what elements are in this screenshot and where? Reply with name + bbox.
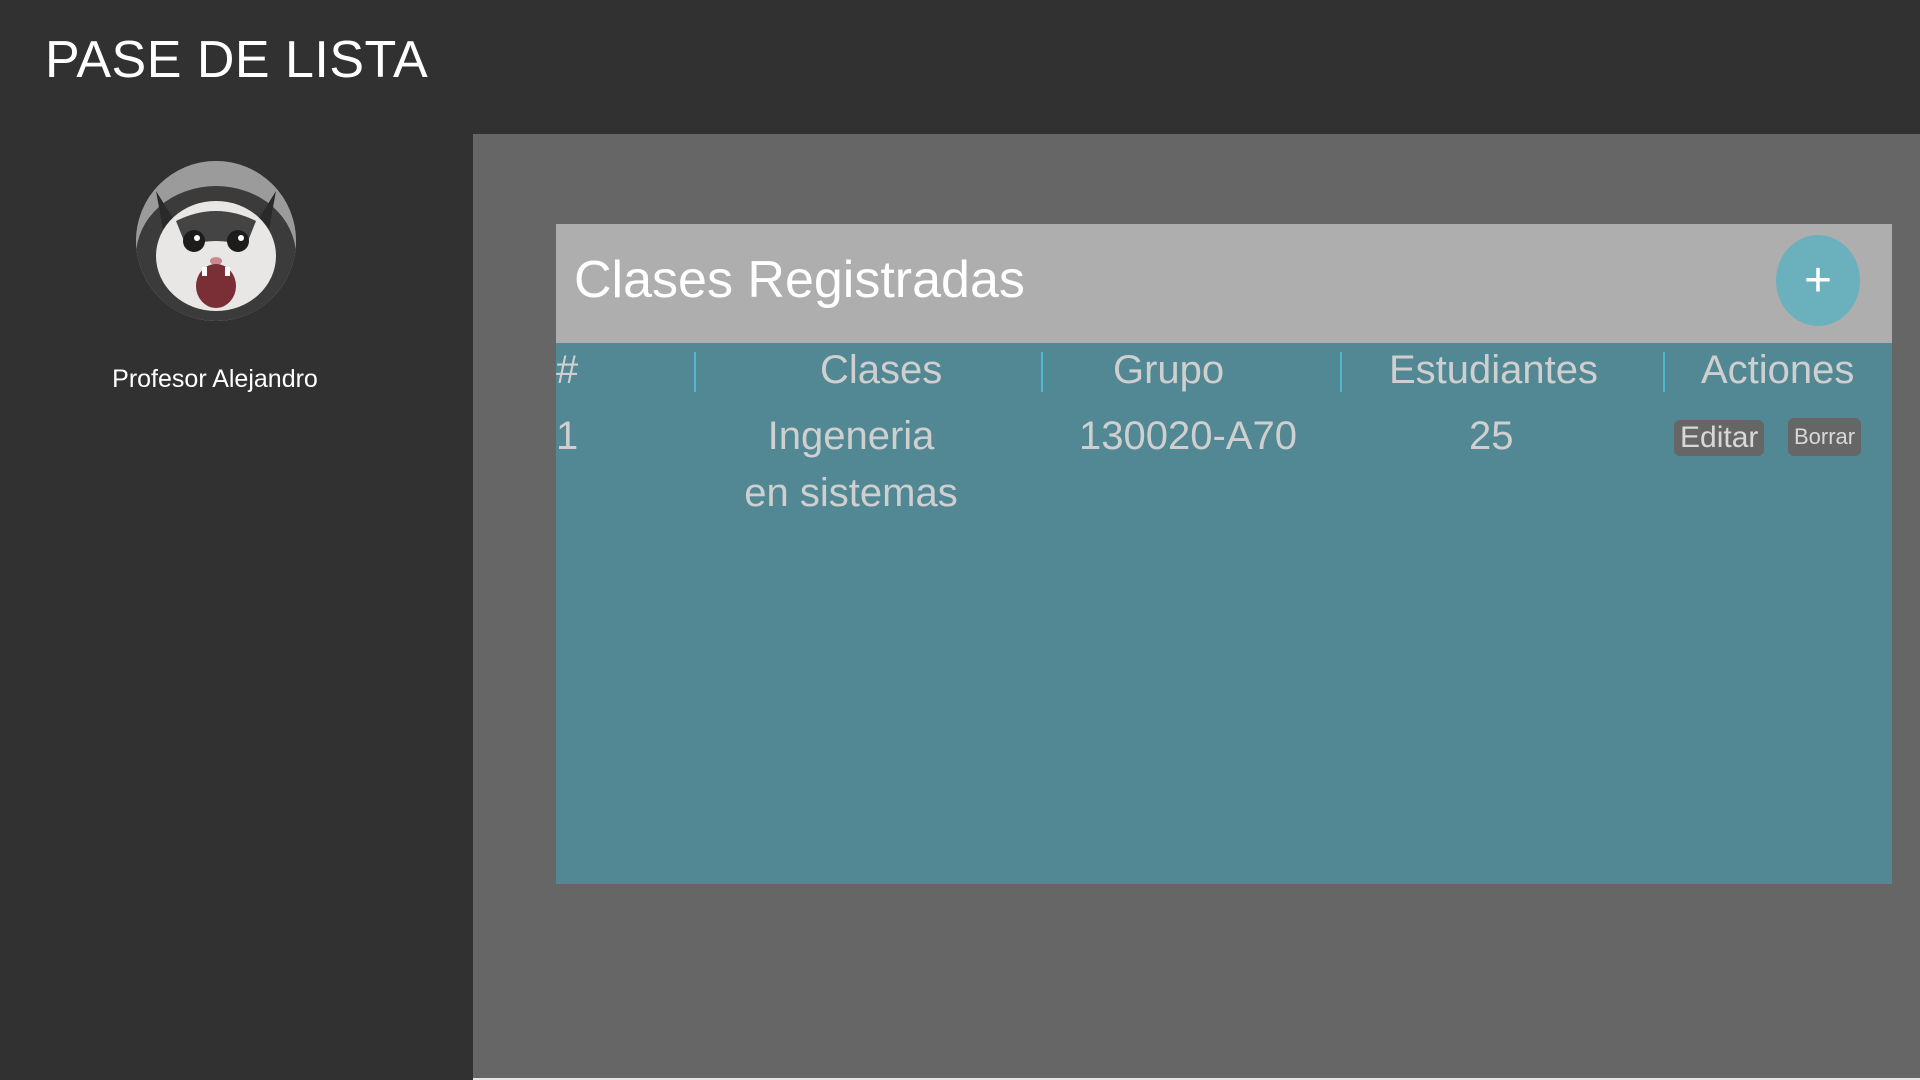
card-title: Clases Registradas	[574, 251, 1025, 309]
row-number: 1	[556, 414, 579, 458]
app-title: PASE DE LISTA	[45, 31, 429, 89]
sidebar: Profesor Alejandro	[0, 134, 473, 1080]
add-class-button[interactable]: +	[1776, 235, 1860, 326]
row-group: 130020-A70	[1079, 414, 1297, 458]
main-panel: Clases Registradas + # Clases Grupo Estu…	[473, 134, 1920, 1078]
column-header-actions: Actiones	[1701, 348, 1855, 392]
column-header-group: Grupo	[1113, 348, 1225, 392]
row-class-name-line1: Ingeneria	[767, 414, 935, 458]
column-header-number: #	[556, 348, 579, 392]
column-separator	[1041, 352, 1043, 392]
classes-card: Clases Registradas + # Clases Grupo Estu…	[556, 224, 1892, 884]
top-bar: PASE DE LISTA	[0, 0, 1920, 134]
avatar[interactable]	[136, 161, 296, 321]
column-separator	[1340, 352, 1342, 392]
column-separator	[1663, 352, 1665, 392]
row-class-name-line2: en sistemas	[744, 471, 958, 515]
delete-button[interactable]: Borrar	[1788, 418, 1862, 456]
column-header-classes: Clases	[820, 348, 943, 392]
cat-avatar-icon	[136, 161, 296, 321]
column-separator	[694, 352, 696, 392]
app-window: PASE DE LISTA Profesor Alejandro Clases …	[0, 0, 1920, 1080]
profile-name: Profesor Alejandro	[112, 365, 318, 393]
card-header: Clases Registradas +	[556, 224, 1892, 343]
edit-button[interactable]: Editar	[1674, 420, 1765, 456]
row-students: 25	[1469, 414, 1514, 458]
column-header-students: Estudiantes	[1389, 348, 1599, 392]
